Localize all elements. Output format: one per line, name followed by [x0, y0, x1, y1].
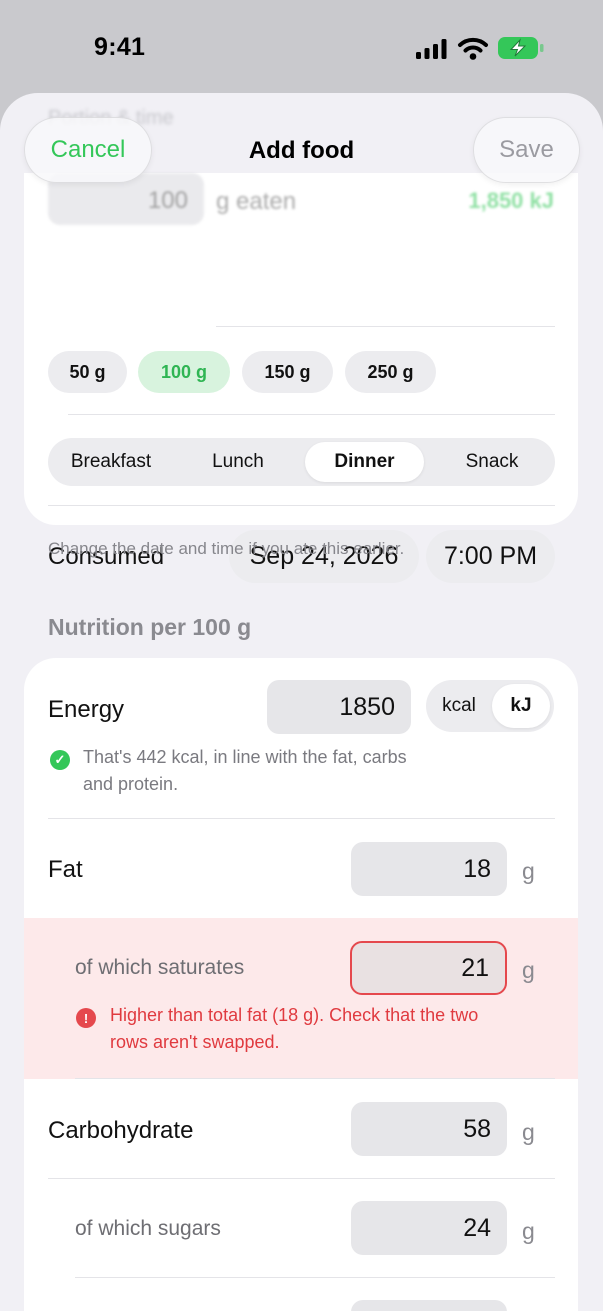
portion-chip-150[interactable]: 150 g	[242, 351, 333, 393]
meal-option-dinner[interactable]: Dinner	[305, 442, 424, 482]
divider	[48, 505, 555, 506]
energy-hint-line-1: That's 442 kcal, in line with the fat, c…	[83, 747, 407, 767]
saturates-input[interactable]: 21	[350, 941, 507, 995]
nutrition-card: Energy 1850 kcal kJ ✓ That's 442 kcal, i…	[24, 658, 578, 1311]
sugars-unit: g	[522, 1218, 535, 1244]
divider	[48, 818, 555, 819]
portion-chip-50[interactable]: 50 g	[48, 351, 127, 393]
meal-segmented-control: Breakfast Lunch Dinner Snack	[48, 438, 555, 486]
energy-input[interactable]: 1850	[267, 680, 411, 734]
blurred-amount-row: 100 g eaten 1,850 kJ	[24, 173, 578, 243]
amount-suffix-blurred: g eaten	[216, 188, 297, 215]
fat-label: Fat	[48, 856, 83, 883]
fat-unit: g	[522, 858, 535, 884]
unit-option-kj[interactable]: kJ	[492, 684, 550, 728]
next-row-input[interactable]	[351, 1300, 507, 1311]
meal-option-snack[interactable]: Snack	[433, 442, 551, 482]
energy-unit-toggle: kcal kJ	[426, 680, 554, 732]
energy-hint-line-2: and protein.	[83, 774, 179, 794]
fat-input[interactable]: 18	[351, 842, 507, 896]
battery-charging-icon	[498, 37, 544, 59]
divider	[48, 1178, 555, 1179]
portion-chip-100[interactable]: 100 g	[138, 351, 230, 393]
carbohydrate-unit: g	[522, 1119, 535, 1145]
exclamation-circle-icon: !	[76, 1008, 96, 1028]
saturates-label: of which saturates	[75, 956, 245, 979]
divider	[75, 1078, 555, 1079]
carbohydrate-label: Carbohydrate	[48, 1117, 194, 1144]
status-bar: 9:41	[0, 0, 603, 95]
divider	[75, 1277, 555, 1278]
saturates-error-line-2: rows aren't swapped.	[110, 1032, 280, 1052]
sugars-label: of which sugars	[75, 1217, 221, 1240]
carbohydrate-input[interactable]: 58	[351, 1102, 507, 1156]
energy-total-blurred: 1,850 kJ	[468, 188, 554, 213]
nutrition-section-header: Nutrition per 100 g	[48, 614, 252, 640]
divider	[68, 414, 555, 415]
meal-option-lunch[interactable]: Lunch	[179, 442, 297, 482]
unit-option-kcal[interactable]: kcal	[430, 684, 488, 728]
status-time: 9:41	[94, 33, 146, 61]
consumed-time-button[interactable]: 7:00 PM	[426, 530, 555, 583]
date-footnote: Change the date and time if you ate this…	[48, 539, 405, 558]
saturates-unit: g	[522, 957, 535, 983]
energy-label: Energy	[48, 696, 125, 723]
portion-chip-250[interactable]: 250 g	[345, 351, 436, 393]
portion-card: 100 g eaten 1,850 kJ 50 g 100 g 150 g 25…	[24, 173, 578, 583]
wifi-icon	[458, 37, 488, 60]
checkmark-circle-icon: ✓	[50, 750, 70, 770]
add-food-sheet: Portion & time 100 g eaten 1,850 kJ 50 g…	[0, 93, 603, 1311]
sugars-input[interactable]: 24	[351, 1201, 507, 1255]
divider	[216, 326, 555, 327]
cellular-signal-icon	[416, 39, 447, 59]
saturates-error-line-1: Higher than total fat (18 g). Check that…	[110, 1005, 479, 1025]
save-button[interactable]: Save	[473, 117, 580, 183]
meal-option-breakfast[interactable]: Breakfast	[52, 442, 170, 482]
